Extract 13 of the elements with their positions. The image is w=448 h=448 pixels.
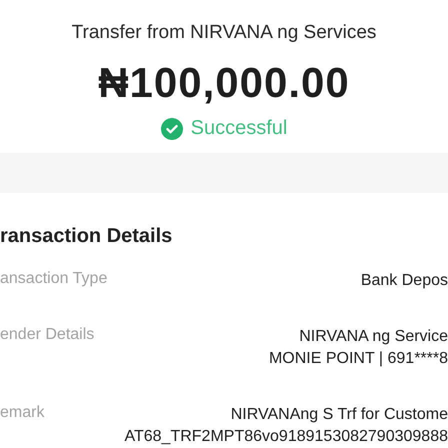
detail-value: NIRVANAng S Trf for Custome (230, 405, 448, 425)
detail-label: ansaction Type (0, 270, 108, 289)
amount: ₦100,000.00 (98, 59, 350, 107)
detail-label: emark (0, 404, 44, 423)
detail-value: MONIE POINT | 691****8 (268, 349, 448, 369)
transfer-title: Transfer from NIRVANA ng Services (72, 22, 376, 44)
check-circle-icon (160, 118, 183, 140)
detail-value: Bank Depos (360, 271, 448, 291)
status-label: Successful (190, 117, 288, 140)
detail-value: AT68_TRF2MPT86vo9189153082790309888 (124, 427, 448, 447)
section-heading: ransaction Details (0, 225, 174, 248)
detail-value: NIRVANA ng Service (299, 327, 448, 347)
detail-label: ender Details (0, 326, 94, 345)
